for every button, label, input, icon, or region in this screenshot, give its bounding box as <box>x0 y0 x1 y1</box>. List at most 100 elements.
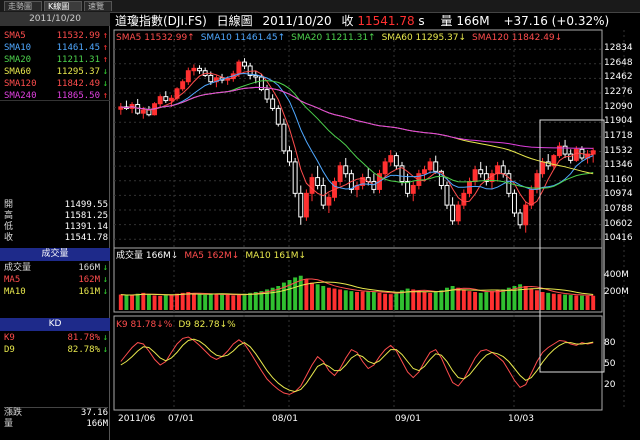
candle-body <box>191 67 197 72</box>
price-tick-label: 12834 <box>604 43 633 54</box>
volume-bar <box>551 293 556 310</box>
x-tick-label: 09/01 <box>395 414 421 424</box>
volume-bar <box>214 293 219 310</box>
volume-bar <box>501 289 506 310</box>
candle-body <box>388 155 394 163</box>
volume-bar <box>563 294 568 310</box>
volume-bar <box>321 286 326 310</box>
price-tick-label: 11904 <box>604 116 633 127</box>
volume-bar <box>534 290 539 310</box>
price-tick-label: 10602 <box>604 218 633 229</box>
volume-bar <box>411 289 416 310</box>
volume-bar <box>343 290 348 310</box>
candle-body <box>275 107 281 125</box>
volume-bar <box>506 287 511 310</box>
kd-tick-label: 50 <box>604 359 616 369</box>
volume-bar <box>461 289 466 310</box>
volume-bar <box>366 291 371 310</box>
volume-bar <box>242 293 247 310</box>
candle-body <box>590 150 596 155</box>
volume-bar <box>388 294 393 310</box>
candle-body <box>242 61 247 67</box>
volume-bar <box>208 294 213 310</box>
price-tick-label: 12090 <box>604 101 633 112</box>
candle-body <box>450 204 456 222</box>
volume-bar <box>141 292 146 310</box>
candle-body <box>573 148 579 161</box>
volume-bar <box>180 292 185 310</box>
candle-body <box>253 74 259 78</box>
candle-body <box>309 177 315 194</box>
price-tick-label: 12648 <box>604 57 633 68</box>
candle-body <box>298 192 304 218</box>
volume-bar <box>355 292 359 310</box>
price-tick-label: 10974 <box>604 189 633 200</box>
volume-bar <box>360 291 365 310</box>
x-tick-label: 08/01 <box>272 414 298 424</box>
candle-body <box>472 169 478 183</box>
candle-body <box>500 165 506 175</box>
volume-bar <box>484 292 489 310</box>
kd-tick-label: 20 <box>604 380 616 390</box>
volume-bar <box>383 293 388 310</box>
volume-bar <box>439 290 444 310</box>
candle-body <box>315 177 321 186</box>
volume-bar <box>253 292 258 310</box>
volume-bar <box>422 292 427 310</box>
candle-body <box>343 165 349 175</box>
volume-bar <box>579 295 584 310</box>
volume-bar <box>433 292 438 310</box>
candle-body <box>180 81 186 90</box>
candle-body <box>517 212 523 226</box>
candle-body <box>168 97 174 102</box>
candle-body <box>281 123 287 152</box>
candle-body <box>146 109 152 116</box>
candle-body <box>236 61 242 75</box>
candle-body <box>393 155 399 167</box>
volume-bar <box>585 295 590 310</box>
x-tick-label: 07/01 <box>168 414 194 424</box>
candle-body <box>461 192 467 206</box>
price-tick-label: 12276 <box>604 87 633 98</box>
price-tick-label: 11718 <box>604 130 633 141</box>
k9-line <box>120 336 594 395</box>
volume-bar <box>473 292 478 310</box>
volume-bar <box>163 295 168 310</box>
volume-bar <box>467 291 472 310</box>
volume-bar <box>220 294 225 310</box>
volume-bar <box>158 295 163 310</box>
volume-bar <box>197 294 202 310</box>
volume-bar <box>540 292 545 310</box>
candle-body <box>562 145 568 155</box>
volume-bar <box>225 295 230 310</box>
candle-body <box>540 161 546 175</box>
volume-bar <box>428 292 433 310</box>
volume-bar <box>186 292 191 310</box>
volume-bar <box>175 293 180 310</box>
price-tick-label: 10788 <box>604 204 633 214</box>
volume-bar <box>152 295 157 310</box>
candle-body <box>523 204 529 226</box>
x-tick-label: 2011/06 <box>118 414 156 424</box>
volume-bar <box>489 291 494 310</box>
volume-bar <box>338 289 343 310</box>
volume-bar <box>568 295 573 310</box>
candle-body <box>337 165 343 183</box>
price-panel-frame <box>113 29 603 249</box>
price-tick-label: 11160 <box>604 174 633 185</box>
volume-bar <box>124 295 129 310</box>
candle-body <box>478 169 484 175</box>
volume-bar <box>377 292 382 310</box>
candle-body <box>287 150 292 163</box>
volume-tick-label: 400M <box>604 269 629 280</box>
candle-body <box>270 98 276 109</box>
candle-body <box>511 192 517 214</box>
candle-body <box>467 181 472 194</box>
price-tick-label: 11532 <box>604 145 633 156</box>
volume-bar <box>203 295 208 310</box>
volume-bar <box>130 295 135 310</box>
price-chart[interactable] <box>0 0 640 440</box>
price-tick-label: 12462 <box>604 72 633 83</box>
candle-body <box>197 67 203 72</box>
volume-bar <box>118 294 123 310</box>
